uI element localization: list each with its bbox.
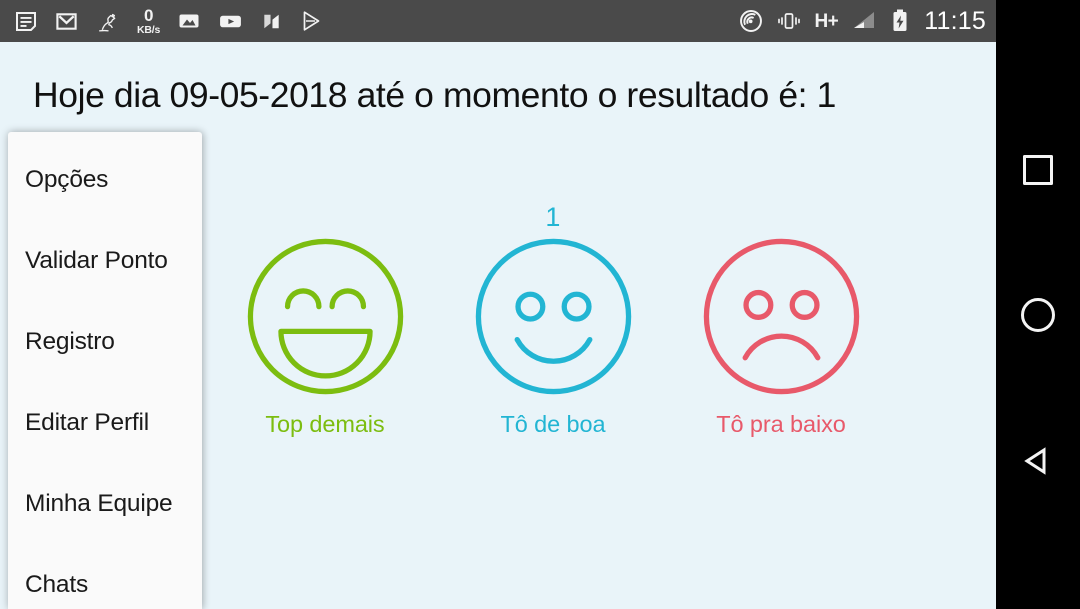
- circle-icon: [1021, 298, 1055, 333]
- drawer-item-minha-equipe[interactable]: Minha Equipe: [8, 463, 202, 544]
- drawer-item-registro[interactable]: Registro: [8, 301, 202, 382]
- drawer-item-label: Minha Equipe: [25, 489, 173, 517]
- android-navigation-bar: [996, 42, 1080, 609]
- device-screen: 0 KB/s H+ 11:15 Hoje dia 09-05-2018 até …: [0, 0, 1080, 609]
- network-type-icon: H+: [814, 10, 839, 32]
- signal-bars-icon: [850, 9, 878, 33]
- navigation-drawer: Opções Validar Ponto Registro Editar Perfil…: [8, 132, 202, 609]
- mood-label-to-pra-baixo: Tô pra baixo: [716, 411, 846, 437]
- mood-label-to-de-boa: Tô de boa: [500, 411, 606, 437]
- back-button[interactable]: [1012, 435, 1064, 487]
- network-speed-value: 0: [143, 5, 154, 25]
- mood-count-to-de-boa: 1: [545, 202, 561, 232]
- drawer-item-label: Validar Ponto: [25, 246, 168, 274]
- triangle-back-icon: [1024, 447, 1046, 475]
- smiling-face-icon: [475, 238, 631, 395]
- gmail-icon: [55, 10, 78, 33]
- gallery-icon: [177, 9, 201, 33]
- app-screen: 0 KB/s H+ 11:15 Hoje dia 09-05-2018 até …: [0, 0, 996, 609]
- drawer-item-label: Registro: [25, 327, 115, 355]
- status-bar: 0 KB/s H+ 11:15: [0, 0, 996, 42]
- notes-icon: [14, 9, 38, 33]
- status-bar-clock: 11:15: [924, 6, 986, 35]
- status-bar-system-icons: H+ 11:15: [738, 8, 986, 34]
- cast-icon: [738, 8, 764, 34]
- android-n-icon: [260, 10, 283, 33]
- network-speed-icon: 0 KB/s: [137, 7, 160, 36]
- drawer-item-editar-perfil[interactable]: Editar Perfil: [8, 382, 202, 463]
- square-icon: [1023, 154, 1053, 185]
- battery-charging-icon: [890, 8, 910, 34]
- mood-picker: Top demais 1 Tô de boa Tô pra baixo: [212, 200, 996, 438]
- drawer-item-chats[interactable]: Chats: [8, 544, 202, 609]
- horse-rider-icon: [95, 9, 120, 34]
- mood-label-top-demais: Top demais: [265, 411, 385, 437]
- drawer-item-label: Editar Perfil: [25, 408, 150, 436]
- mood-option-top-demais[interactable]: Top demais: [232, 200, 418, 438]
- recents-button[interactable]: [1012, 144, 1064, 196]
- drawer-item-opcoes[interactable]: Opções: [8, 139, 202, 220]
- drawer-item-validar-ponto[interactable]: Validar Ponto: [8, 220, 202, 301]
- mood-option-to-de-boa[interactable]: 1 Tô de boa: [460, 200, 646, 438]
- youtube-icon: [218, 9, 243, 34]
- drawer-item-label: Opções: [25, 165, 109, 193]
- status-bar-notification-icons: 0 KB/s: [14, 7, 324, 36]
- play-store-icon: [300, 9, 324, 33]
- sad-face-icon: [703, 238, 859, 395]
- vibrate-icon: [776, 10, 802, 32]
- mood-option-to-pra-baixo[interactable]: Tô pra baixo: [688, 200, 874, 438]
- page-title: Hoje dia 09-05-2018 até o momento o resu…: [33, 75, 836, 115]
- drawer-item-label: Chats: [25, 570, 89, 598]
- home-button[interactable]: [1012, 289, 1064, 341]
- laughing-face-icon: [247, 238, 403, 395]
- network-speed-unit: KB/s: [137, 23, 161, 36]
